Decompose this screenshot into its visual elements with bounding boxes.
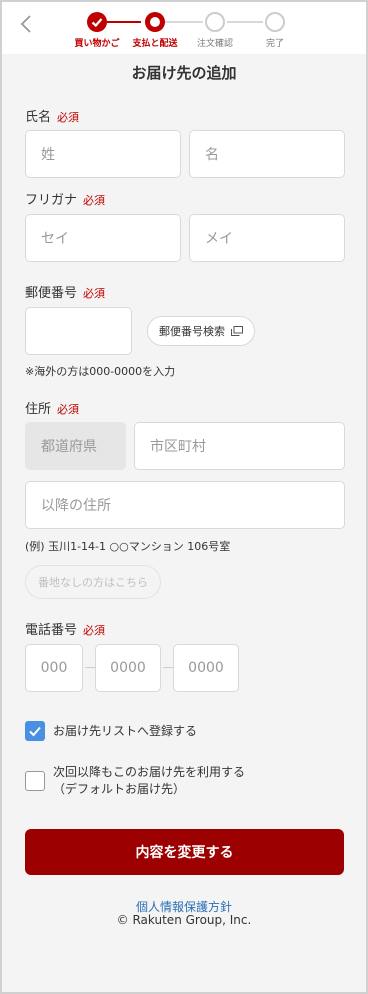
submit-button[interactable]: 内容を変更する [25,829,344,875]
step-label-complete: 完了 [265,39,284,49]
no-house-number-button[interactable]: 番地なしの方はこちら [25,565,161,599]
zip-input[interactable] [25,307,132,355]
phone-part1-placeholder: 000 [40,660,68,676]
zip-search-label: 郵便番号検索 [159,325,225,338]
default-address-label[interactable]: 次回以降もこのお届け先を利用する （デフォルトお届け先） [53,764,245,798]
phone-part1-input[interactable]: 000 [25,644,83,692]
last-name-input[interactable]: 姓 [25,130,181,178]
address-label: 住所 必須 [25,398,79,417]
default-address-line2: （デフォルトお届け先） [53,782,186,796]
step-current-marker [145,12,165,32]
prefecture-field: 都道府県 [25,422,126,470]
last-kana-placeholder: セイ [41,231,69,247]
step-todo-marker [205,12,225,32]
phone-separator [85,667,95,668]
required-badge: 必須 [83,624,106,637]
checkout-stepper: 買い物かご 支払と配送 注文確認 完了 [2,2,366,54]
phone-part2-placeholder: 0000 [110,660,146,676]
address-example: (例) 玉川1-14-1 ○○マンション 106号室 [25,540,231,553]
zip-overseas-note: ※海外の方は000-0000を入力 [25,365,176,378]
register-list-checkbox[interactable] [25,721,45,741]
kana-label: フリガナ 必須 [25,189,105,208]
phone-separator [163,667,173,668]
copyright-text: © Rakuten Group, Inc. [116,913,252,927]
zip-label: 郵便番号 必須 [25,282,105,301]
no-house-number-label: 番地なしの方はこちら [38,576,148,589]
street-address-placeholder: 以降の住所 [41,498,111,514]
zip-search-button[interactable]: 郵便番号検索 [147,316,255,346]
last-name-placeholder: 姓 [41,147,55,163]
step-done-marker [87,12,107,32]
checkmark-icon [29,726,41,737]
phone-part3-placeholder: 0000 [188,660,224,676]
required-badge: 必須 [83,194,106,207]
first-name-placeholder: 名 [205,147,219,163]
name-label-text: 氏名 [25,110,52,125]
phone-part2-input[interactable]: 0000 [95,644,161,692]
required-badge: 必須 [83,287,106,300]
checkmark-icon [91,18,103,28]
name-label: 氏名 必須 [25,106,79,125]
submit-label: 内容を変更する [135,845,234,861]
external-window-icon [231,326,243,336]
required-badge: 必須 [57,403,80,416]
prefecture-placeholder: 都道府県 [41,439,97,455]
zip-label-text: 郵便番号 [25,286,78,301]
phone-label: 電話番号 必須 [25,619,105,638]
phone-label-text: 電話番号 [25,623,78,638]
city-placeholder: 市区町村 [150,439,206,455]
first-name-input[interactable]: 名 [189,130,345,178]
last-kana-input[interactable]: セイ [25,214,181,262]
required-badge: 必須 [57,111,80,124]
first-kana-input[interactable]: メイ [189,214,345,262]
step-todo-marker [265,12,285,32]
page-title: お届け先の追加 [131,64,237,82]
step-connector [107,21,141,23]
step-connector [227,21,263,23]
app-frame: 買い物かご 支払と配送 注文確認 完了 お届け先の追加 氏名 必須 姓 名 フリガ… [0,0,368,994]
step-connector [165,21,203,23]
first-kana-placeholder: メイ [205,231,233,247]
address-label-text: 住所 [25,402,52,417]
city-input[interactable]: 市区町村 [134,422,345,470]
default-address-line1: 次回以降もこのお届け先を利用する [53,765,246,779]
top-bar: 買い物かご 支払と配送 注文確認 完了 [2,2,366,54]
phone-part3-input[interactable]: 0000 [173,644,239,692]
register-list-label[interactable]: お届け先リストへ登録する [53,723,197,740]
street-address-input[interactable]: 以降の住所 [25,481,345,529]
kana-label-text: フリガナ [25,193,78,208]
default-address-checkbox[interactable] [25,771,45,791]
